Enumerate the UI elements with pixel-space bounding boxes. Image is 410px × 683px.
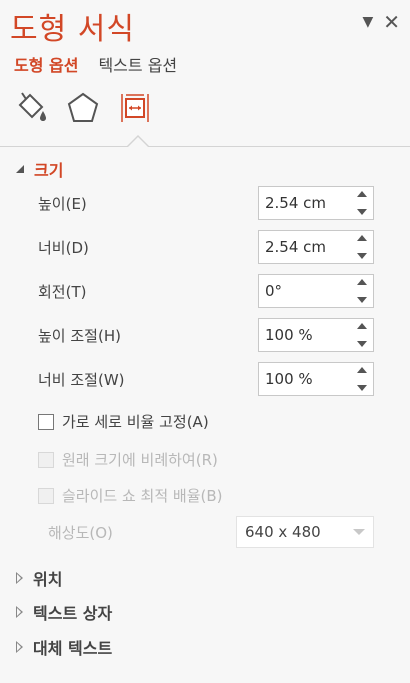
size-properties-icon (121, 94, 149, 122)
collapsed-arrow-icon (16, 572, 23, 584)
scale-width-label: 너비 조절(W) (38, 370, 125, 389)
scale-width-value[interactable]: 100 % (259, 370, 313, 388)
title-controls: ▼ ✕ (362, 12, 400, 32)
size-properties-button[interactable] (118, 88, 170, 128)
spin-up-icon[interactable] (357, 235, 367, 241)
rotation-label: 회전(T) (38, 282, 87, 301)
width-value[interactable]: 2.54 cm (259, 238, 326, 256)
width-field-row: 너비(D) 2.54 cm (38, 230, 374, 264)
spin-down-icon[interactable] (357, 253, 367, 259)
pane-title: 도형 서식 (10, 12, 135, 47)
rotation-field-row: 회전(T) 0° (38, 274, 374, 308)
rotation-value[interactable]: 0° (259, 282, 282, 300)
lock-aspect-ratio-label: 가로 세로 비율 고정(A) (62, 413, 209, 431)
checkbox-box (38, 487, 54, 504)
effects-button[interactable] (66, 88, 118, 128)
collapsed-arrow-icon (16, 641, 23, 653)
section-size-title: 크기 (34, 161, 64, 180)
resolution-row: 해상도(O) 640 x 480 (48, 516, 374, 548)
dropdown-caret-icon (353, 529, 365, 535)
tab-shape-options[interactable]: 도형 옵션 (14, 52, 78, 80)
width-spinner[interactable]: 2.54 cm (258, 230, 374, 264)
section-text-box-header[interactable]: 텍스트 상자 (16, 600, 112, 624)
spin-down-icon[interactable] (357, 385, 367, 391)
spin-down-icon[interactable] (357, 297, 367, 303)
section-position-header[interactable]: 위치 (16, 566, 62, 590)
scale-height-spinner[interactable]: 100 % (258, 318, 374, 352)
height-field-row: 높이(E) 2.54 cm (38, 186, 374, 220)
fill-line-button[interactable] (14, 88, 66, 128)
checkbox-box[interactable] (38, 413, 54, 430)
rotation-spinner[interactable]: 0° (258, 274, 374, 308)
format-shape-pane: 도형 서식 ▼ ✕ 도형 옵션 텍스트 옵션 크기 높이(E) 2.54 cm … (0, 0, 410, 683)
expanded-arrow-icon (16, 165, 24, 173)
height-label: 높이(E) (38, 194, 87, 213)
best-scale-slideshow-label: 슬라이드 쇼 최적 배율(B) (62, 487, 223, 505)
spin-down-icon[interactable] (357, 209, 367, 215)
spin-up-icon[interactable] (357, 279, 367, 285)
resolution-select: 640 x 480 (236, 516, 374, 548)
section-alt-text-header[interactable]: 대체 텍스트 (16, 635, 112, 659)
section-alt-text-title: 대체 텍스트 (33, 639, 113, 658)
close-icon[interactable]: ✕ (383, 12, 400, 32)
chevron-down-icon[interactable]: ▼ (362, 15, 373, 29)
option-tabs: 도형 옵션 텍스트 옵션 (14, 52, 177, 80)
spin-down-icon[interactable] (357, 341, 367, 347)
section-text-box-title: 텍스트 상자 (33, 604, 113, 623)
height-spinner[interactable]: 2.54 cm (258, 186, 374, 220)
checkbox-box (38, 451, 54, 468)
relative-original-size-label: 원래 크기에 비례하여(R) (62, 451, 218, 469)
height-value[interactable]: 2.54 cm (259, 194, 326, 212)
spin-up-icon[interactable] (357, 367, 367, 373)
spin-up-icon[interactable] (357, 323, 367, 329)
effects-pentagon-icon (67, 92, 99, 122)
scale-height-value[interactable]: 100 % (259, 326, 313, 344)
section-size-header[interactable]: 크기 (16, 157, 63, 181)
tab-separator (0, 146, 410, 147)
tab-text-options[interactable]: 텍스트 옵션 (98, 52, 177, 80)
resolution-value: 640 x 480 (245, 523, 321, 541)
lock-aspect-ratio-checkbox[interactable]: 가로 세로 비율 고정(A) (38, 411, 209, 432)
scale-width-spinner[interactable]: 100 % (258, 362, 374, 396)
collapsed-arrow-icon (16, 606, 23, 618)
resolution-label: 해상도(O) (48, 523, 113, 542)
section-position-title: 위치 (33, 570, 63, 589)
spin-up-icon[interactable] (357, 191, 367, 197)
category-icon-row (14, 88, 170, 128)
width-label: 너비(D) (38, 238, 89, 257)
scale-height-label: 높이 조절(H) (38, 326, 121, 345)
best-scale-slideshow-checkbox: 슬라이드 쇼 최적 배율(B) (38, 485, 223, 506)
fill-line-icon (18, 92, 46, 121)
relative-original-size-checkbox: 원래 크기에 비례하여(R) (38, 449, 218, 470)
scale-height-field-row: 높이 조절(H) 100 % (38, 318, 374, 352)
scale-width-field-row: 너비 조절(W) 100 % (38, 362, 374, 396)
